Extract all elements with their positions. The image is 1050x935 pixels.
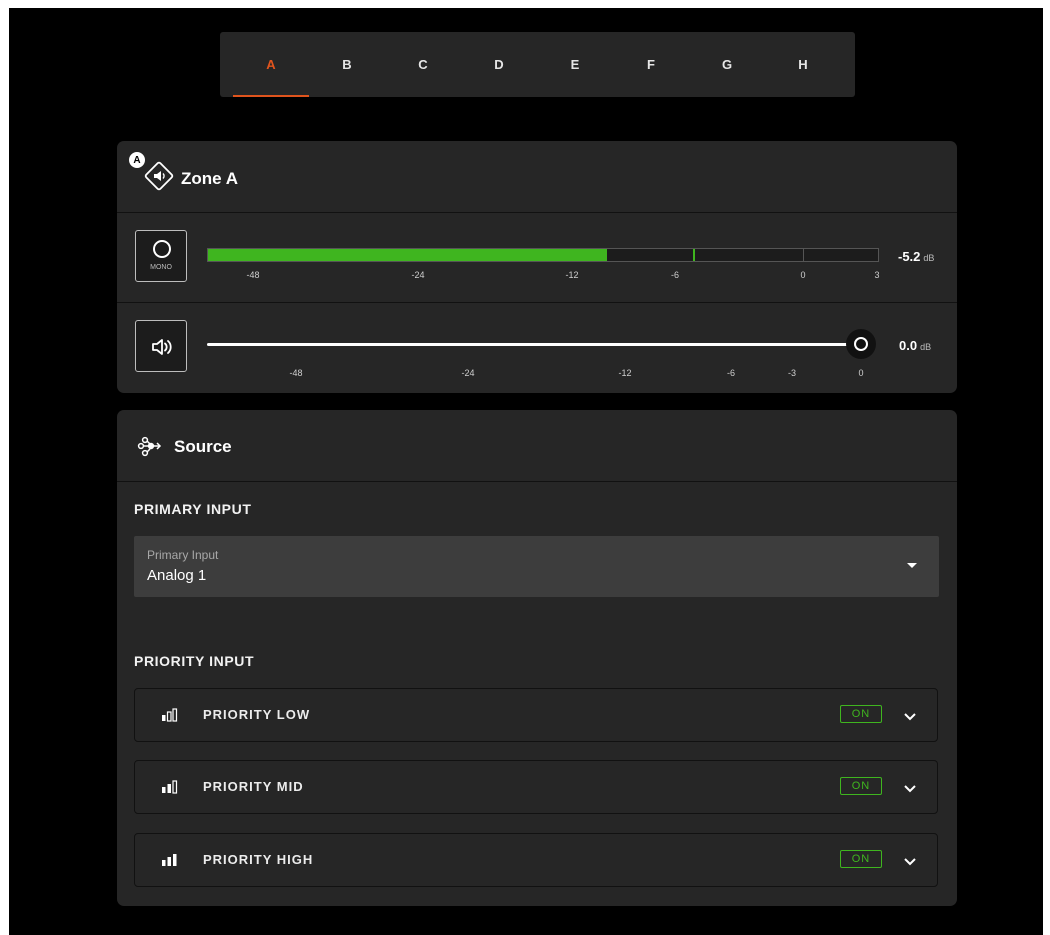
priority-mid-label: PRIORITY MID <box>203 779 304 794</box>
priority-low-status-badge[interactable]: ON <box>840 705 882 723</box>
level-meter-fill <box>208 249 607 261</box>
priority-low-row[interactable]: PRIORITY LOW ON <box>134 688 938 742</box>
tab-a[interactable]: A <box>233 32 309 97</box>
volume-fader-track[interactable] <box>207 343 859 346</box>
meter-scale-label: -48 <box>246 270 260 280</box>
primary-input-select[interactable]: Primary Input Analog 1 <box>134 536 939 597</box>
priority-mid-row[interactable]: PRIORITY MID ON <box>134 760 938 814</box>
tab-b[interactable]: B <box>309 32 385 97</box>
fader-scale-label: -6 <box>726 368 736 378</box>
fader-db-readout: 0.0 dB <box>899 338 932 353</box>
fader-scale-label: -48 <box>289 368 303 378</box>
tab-e[interactable]: E <box>537 32 613 97</box>
meter-tick <box>803 249 804 261</box>
zone-meter-row: MONO -48 -24 -12 -6 0 3 -5.2 dB <box>117 213 957 303</box>
fader-knob-ring <box>854 337 868 351</box>
source-card: Source PRIMARY INPUT Primary Input Analo… <box>117 410 957 906</box>
zone-header: A Zone A <box>117 141 957 213</box>
mono-label: MONO <box>150 264 172 271</box>
meter-scale-label: 0 <box>800 270 806 280</box>
source-header: Source <box>117 410 957 482</box>
volume-fader-fill <box>207 343 859 346</box>
primary-input-heading: PRIMARY INPUT <box>134 501 252 517</box>
primary-input-field-label: Primary Input <box>147 548 219 562</box>
signal-bars-mid-icon <box>161 780 179 799</box>
source-nodes-icon <box>137 434 163 465</box>
priority-high-row[interactable]: PRIORITY HIGH ON <box>134 833 938 887</box>
primary-input-field-value: Analog 1 <box>147 567 207 584</box>
zone-fader-row: -48 -24 -12 -6 -3 0 0.0 dB <box>117 303 957 395</box>
tab-d[interactable]: D <box>461 32 537 97</box>
fader-scale-label: -24 <box>461 368 475 378</box>
priority-low-label: PRIORITY LOW <box>203 707 311 722</box>
dropdown-caret-icon <box>907 563 917 568</box>
speaker-icon <box>150 336 174 363</box>
speaker-diamond-icon <box>143 160 175 197</box>
priority-high-label: PRIORITY HIGH <box>203 852 314 867</box>
tab-f[interactable]: F <box>613 32 689 97</box>
zone-card: A Zone A MONO -48 -24 -12 -6 0 3 -5.2 dB… <box>117 141 957 393</box>
volume-fader-knob[interactable] <box>846 329 876 359</box>
fader-scale-label: 0 <box>858 368 864 378</box>
level-meter <box>207 248 879 262</box>
meter-scale-label: 3 <box>874 270 880 280</box>
fader-scale-label: -3 <box>787 368 797 378</box>
mono-button[interactable]: MONO <box>135 230 187 282</box>
tab-h[interactable]: H <box>765 32 841 97</box>
meter-scale-label: -6 <box>670 270 680 280</box>
zone-tab-bar: A B C D E F G H <box>220 32 855 97</box>
chevron-down-icon[interactable] <box>903 709 917 727</box>
app-root: A B C D E F G H A Zone A MONO -48 -24 -1… <box>9 8 1043 935</box>
meter-scale-label: -24 <box>411 270 425 280</box>
signal-bars-high-icon <box>161 853 179 872</box>
zone-letter-badge: A <box>129 152 145 168</box>
meter-db-readout: -5.2 dB <box>898 249 935 264</box>
chevron-down-icon[interactable] <box>903 854 917 872</box>
zone-title: Zone A <box>181 169 238 188</box>
tab-c[interactable]: C <box>385 32 461 97</box>
fader-scale-label: -12 <box>618 368 632 378</box>
priority-mid-status-badge[interactable]: ON <box>840 777 882 795</box>
source-title: Source <box>174 437 232 456</box>
signal-bars-low-icon <box>161 708 179 727</box>
chevron-down-icon[interactable] <box>903 781 917 799</box>
priority-input-heading: PRIORITY INPUT <box>134 653 255 669</box>
meter-scale-label: -12 <box>565 270 579 280</box>
priority-high-status-badge[interactable]: ON <box>840 850 882 868</box>
volume-mute-button[interactable] <box>135 320 187 372</box>
level-meter-peak <box>693 249 695 261</box>
circle-icon <box>153 240 171 258</box>
tab-g[interactable]: G <box>689 32 765 97</box>
